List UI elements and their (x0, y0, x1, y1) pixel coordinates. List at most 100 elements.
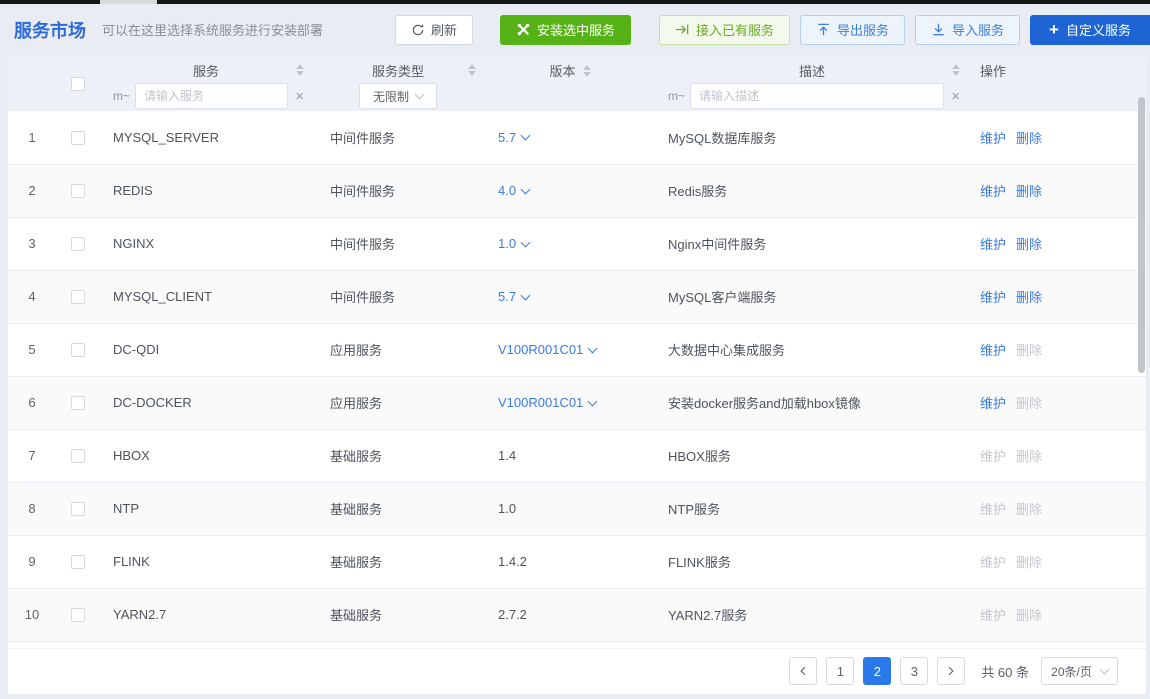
page-buttons: 123 (826, 657, 928, 685)
index-column-header (8, 57, 56, 111)
row-checkbox[interactable] (71, 237, 85, 251)
service-description: YARN2.7服务 (656, 588, 968, 641)
version-value: 1.4 (498, 448, 516, 463)
service-description: FLINK服务 (656, 535, 968, 588)
delete-link: 删除 (1016, 396, 1042, 411)
row-checkbox[interactable] (71, 396, 85, 410)
page-size-select[interactable]: 20条/页 (1041, 657, 1118, 685)
clear-x-icon[interactable]: × (295, 89, 304, 104)
service-type: 基础服务 (312, 588, 484, 641)
service-name: NTP (100, 482, 312, 535)
sort-carets-icon[interactable] (296, 64, 304, 76)
maintain-link[interactable]: 维护 (980, 184, 1006, 199)
version-select[interactable]: 1.0 (498, 236, 529, 251)
version-select[interactable]: V100R001C01 (498, 342, 596, 357)
window-top-edge (0, 0, 1150, 4)
version-value: V100R001C01 (498, 342, 583, 357)
top-edge-highlight (100, 0, 157, 4)
service-name: NGINX (100, 217, 312, 270)
row-checkbox[interactable] (71, 449, 85, 463)
connect-existing-button[interactable]: 接入已有服务 (659, 15, 790, 45)
arrow-into-bar-icon (675, 22, 690, 37)
vertical-scrollbar-thumb[interactable] (1138, 97, 1145, 373)
row-checkbox[interactable] (71, 184, 85, 198)
page-subtitle: 可以在这里选择系统服务进行安装部署 (102, 20, 323, 39)
service-description: 安装docker服务and加载hbox镜像 (656, 376, 968, 429)
row-checkbox[interactable] (71, 502, 85, 516)
maintain-link[interactable]: 维护 (980, 343, 1006, 358)
row-checkbox[interactable] (71, 608, 85, 622)
version-select[interactable]: 4.0 (498, 183, 529, 198)
row-index: 4 (8, 270, 56, 323)
col-header-service: 服务 (193, 61, 219, 80)
chevron-right-icon (945, 665, 957, 677)
match-mode-label: m~ (113, 89, 130, 103)
chevron-down-icon (588, 343, 598, 353)
type-filter-select[interactable]: 无限制 (359, 83, 437, 109)
delete-link[interactable]: 删除 (1016, 131, 1042, 146)
table-row: 1MYSQL_SERVER中间件服务5.7MySQL数据库服务维护删除 (8, 111, 1146, 164)
service-name: FLINK (100, 535, 312, 588)
service-filter-input[interactable] (135, 83, 288, 109)
custom-service-button[interactable]: + 自定义服务 (1030, 15, 1150, 45)
import-services-button[interactable]: 导入服务 (915, 15, 1020, 45)
sort-carets-icon[interactable] (583, 65, 591, 77)
page-size-value: 20条/页 (1051, 663, 1092, 680)
delete-link[interactable]: 删除 (1016, 290, 1042, 305)
service-description: MySQL客户端服务 (656, 270, 968, 323)
page-button-2[interactable]: 2 (863, 657, 891, 685)
maintain-link[interactable]: 维护 (980, 290, 1006, 305)
service-type: 应用服务 (312, 323, 484, 376)
install-selected-button[interactable]: 安装选中服务 (500, 15, 631, 45)
maintain-link: 维护 (980, 449, 1006, 464)
select-all-checkbox[interactable] (71, 77, 85, 91)
version-select[interactable]: V100R001C01 (498, 395, 596, 410)
version-select[interactable]: 5.7 (498, 130, 529, 145)
col-header-service-type: 服务类型 (372, 61, 424, 80)
service-name: HBOX (100, 429, 312, 482)
service-type: 基础服务 (312, 535, 484, 588)
export-services-button[interactable]: 导出服务 (800, 15, 905, 45)
page-button-1[interactable]: 1 (826, 657, 854, 685)
maintain-link: 维护 (980, 502, 1006, 517)
service-type: 中间件服务 (312, 164, 484, 217)
table-row: 9FLINK基础服务1.4.2FLINK服务维护删除 (8, 535, 1146, 588)
chevron-down-icon (521, 290, 531, 300)
service-type: 中间件服务 (312, 111, 484, 164)
refresh-button[interactable]: 刷新 (395, 15, 473, 45)
clear-x-icon[interactable]: × (951, 89, 960, 104)
service-table: 服务 m~ × 服务类型 (8, 57, 1146, 642)
maintain-link[interactable]: 维护 (980, 237, 1006, 252)
table-row: 7HBOX基础服务1.4HBOX服务维护删除 (8, 429, 1146, 482)
page-button-3[interactable]: 3 (900, 657, 928, 685)
prev-page-button[interactable] (789, 657, 817, 685)
service-table-card: 服务 m~ × 服务类型 (8, 57, 1146, 694)
service-description: MySQL数据库服务 (656, 111, 968, 164)
delete-link: 删除 (1016, 449, 1042, 464)
maintain-link[interactable]: 维护 (980, 396, 1006, 411)
description-filter-input[interactable] (690, 83, 944, 109)
service-name: YARN2.7 (100, 588, 312, 641)
delete-link: 删除 (1016, 555, 1042, 570)
delete-link[interactable]: 删除 (1016, 237, 1042, 252)
table-header-row: 服务 m~ × 服务类型 (8, 57, 1146, 111)
table-row: 5DC-QDI应用服务V100R001C01大数据中心集成服务维护删除 (8, 323, 1146, 376)
row-checkbox[interactable] (71, 555, 85, 569)
sort-carets-icon[interactable] (952, 64, 960, 76)
service-type: 中间件服务 (312, 217, 484, 270)
row-checkbox[interactable] (71, 290, 85, 304)
delete-link[interactable]: 删除 (1016, 184, 1042, 199)
sort-carets-icon[interactable] (468, 64, 476, 76)
row-checkbox[interactable] (71, 343, 85, 357)
chevron-down-icon (521, 131, 531, 141)
import-icon (931, 22, 946, 37)
refresh-icon (411, 23, 425, 37)
version-select[interactable]: 5.7 (498, 289, 529, 304)
row-checkbox[interactable] (71, 131, 85, 145)
service-description: NTP服务 (656, 482, 968, 535)
delete-link: 删除 (1016, 343, 1042, 358)
maintain-link[interactable]: 维护 (980, 131, 1006, 146)
next-row-sliver (8, 642, 1146, 649)
table-row: 8NTP基础服务1.0NTP服务维护删除 (8, 482, 1146, 535)
next-page-button[interactable] (937, 657, 965, 685)
